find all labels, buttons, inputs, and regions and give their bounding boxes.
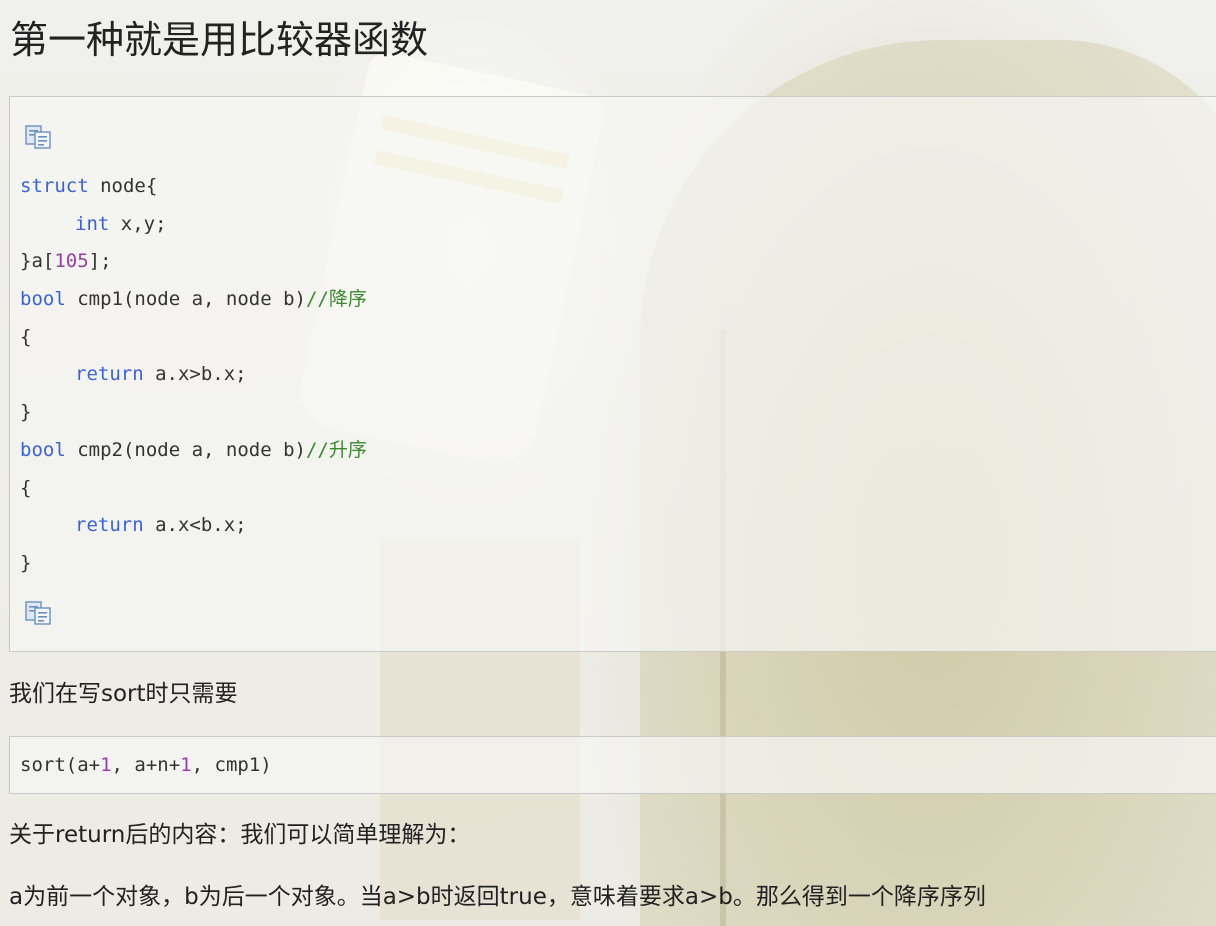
code-token: cmp2(node a, node b)	[65, 438, 306, 461]
code-line: bool cmp1(node a, node b)//降序	[20, 281, 367, 319]
code-comment: //降序	[305, 288, 367, 311]
code-line: }a[105];	[20, 243, 367, 281]
code-token: x,y;	[109, 212, 167, 235]
code-keyword: bool	[20, 288, 66, 311]
paragraph-sort-intro: 我们在写sort时只需要	[9, 681, 238, 707]
code-line: bool cmp2(node a, node b)//升序	[20, 432, 367, 470]
code-block: struct node{int x,y;}a[105]; bool cmp1(no…	[9, 96, 1216, 652]
code-token: {	[20, 476, 32, 499]
copy-code-icon[interactable]	[24, 600, 54, 626]
section-heading: 第一种就是用比较器函数	[10, 18, 429, 62]
code-token: }	[20, 551, 32, 574]
inline-code-block: sort(a+1, a+n+1, cmp1)	[9, 736, 1216, 794]
code-token: sort(a+	[20, 754, 101, 776]
paragraph-descending-note: a为前一个对象，b为后一个对象。当a>b时返回true，意味着要求a>b。那么得…	[9, 884, 986, 910]
code-token: a.x>b.x;	[143, 363, 247, 386]
code-keyword: int	[75, 212, 110, 235]
code-line: }	[20, 394, 367, 432]
code-line: return a.x>b.x;	[20, 356, 367, 394]
copy-code-icon[interactable]	[24, 124, 54, 150]
code-token: ];	[88, 250, 112, 273]
code-keyword: bool	[20, 438, 66, 461]
code-token: {	[20, 325, 32, 348]
code-keyword: return	[75, 514, 144, 537]
code-token: node{	[88, 175, 158, 197]
code-token: }	[20, 401, 32, 424]
inline-code-text: sort(a+1, a+n+1, cmp1)	[20, 751, 272, 779]
code-token: , a+n+	[111, 754, 181, 776]
code-number: 1	[180, 754, 192, 776]
code-line: struct node{	[20, 168, 367, 206]
code-line: {	[20, 470, 367, 508]
code-line: {	[20, 319, 367, 357]
code-line: }	[20, 545, 367, 583]
code-token: }a[	[20, 250, 55, 273]
code-token: , cmp1)	[191, 754, 272, 776]
code-number: 105	[54, 250, 89, 273]
code-keyword: return	[75, 363, 144, 386]
paragraph-return-explanation: 关于return后的内容：我们可以简单理解为：	[9, 822, 471, 848]
code-token: a.x<b.x;	[143, 514, 247, 537]
code-keyword: struct	[20, 175, 89, 197]
code-number: 1	[100, 754, 112, 776]
code-lines: struct node{int x,y;}a[105]; bool cmp1(no…	[20, 168, 367, 583]
code-comment: //升序	[305, 438, 367, 461]
code-token: cmp1(node a, node b)	[65, 288, 306, 311]
code-line: int x,y;	[20, 206, 367, 244]
code-line: return a.x<b.x;	[20, 507, 367, 545]
